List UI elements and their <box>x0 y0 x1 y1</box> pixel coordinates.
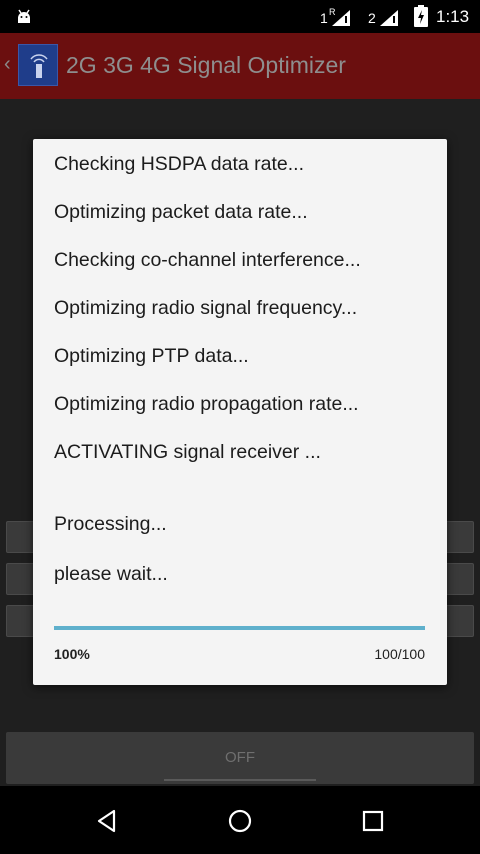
sim2-signal-icon: 2 <box>368 10 398 26</box>
background-button <box>6 563 36 595</box>
dialog-message: ACTIVATING signal receiver ... <box>54 441 321 463</box>
dialog-message: Optimizing PTP data... <box>54 345 249 367</box>
navigation-bar <box>0 786 480 854</box>
progress-percent: 100% <box>54 646 90 662</box>
background-button <box>6 605 36 637</box>
dialog-message: Optimizing radio signal frequency... <box>54 297 358 319</box>
dialog-message: Optimizing packet data rate... <box>54 201 308 223</box>
off-button-underline <box>164 779 316 781</box>
processing-text: Processing... <box>54 513 167 535</box>
please-wait-text: please wait... <box>54 563 168 585</box>
svg-text:1: 1 <box>320 10 328 26</box>
background-button <box>444 521 474 553</box>
off-toggle-button[interactable]: OFF <box>6 732 474 784</box>
app-title: 2G 3G 4G Signal Optimizer <box>66 52 346 78</box>
progress-count: 100/100 <box>374 646 425 662</box>
back-arrow-icon[interactable]: ‹ <box>4 53 11 76</box>
dialog-message: Optimizing radio propagation rate... <box>54 393 359 415</box>
svg-text:R: R <box>329 7 336 17</box>
back-triangle-icon[interactable] <box>94 808 120 834</box>
sim1-signal-icon: 1 R <box>320 7 350 26</box>
progress-bar-fill <box>54 626 425 630</box>
off-button-label: OFF <box>225 749 255 766</box>
progress-dialog: Checking HSDPA data rate... Optimizing p… <box>33 139 447 685</box>
status-time: 1:13 <box>436 7 470 26</box>
home-circle-icon[interactable] <box>227 808 253 834</box>
background-button <box>444 563 474 595</box>
dialog-message: Checking co-channel interference... <box>54 249 361 271</box>
background-button <box>6 521 36 553</box>
android-notification-icon <box>18 9 30 23</box>
status-bar: 1 R 2 1:13 <box>0 0 480 33</box>
app-bar: ‹ 2G 3G 4G Signal Optimizer <box>0 33 480 99</box>
recents-square-icon[interactable] <box>360 808 386 834</box>
app-logo-icon <box>18 44 58 86</box>
progress-bar <box>54 626 425 630</box>
battery-charging-icon <box>414 5 428 27</box>
dialog-message: Checking HSDPA data rate... <box>54 153 305 175</box>
svg-text:2: 2 <box>368 10 376 26</box>
background-button <box>444 605 474 637</box>
